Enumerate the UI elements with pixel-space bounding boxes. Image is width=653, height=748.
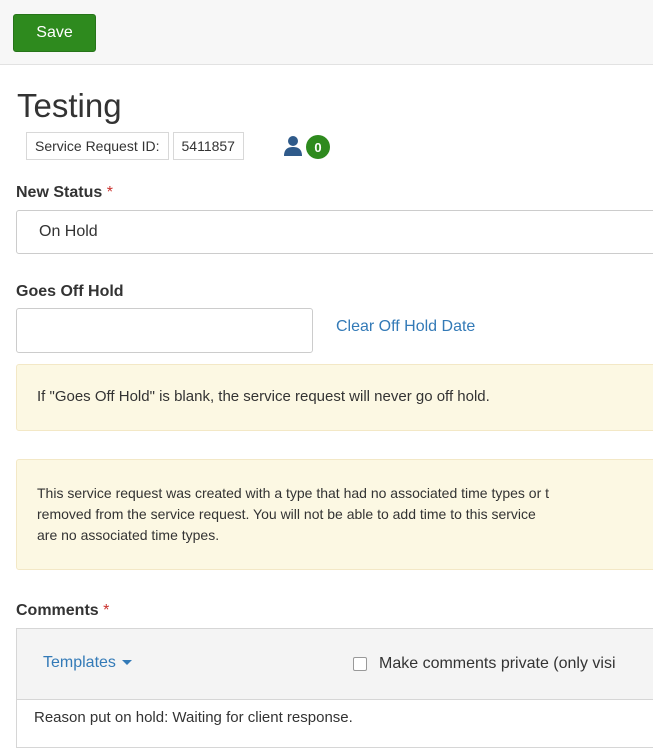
comments-label-text: Comments bbox=[16, 602, 99, 619]
private-comments-toggle[interactable]: Make comments private (only visi bbox=[353, 655, 616, 673]
new-status-label: New Status * bbox=[16, 184, 113, 202]
required-marker: * bbox=[103, 602, 110, 619]
service-request-id-value: 5411857 bbox=[172, 132, 244, 160]
new-status-select[interactable]: On Hold bbox=[16, 210, 653, 254]
page-title: Testing bbox=[17, 87, 122, 124]
time-types-warning: This service request was created with a … bbox=[16, 459, 653, 570]
templates-dropdown[interactable]: Templates bbox=[43, 654, 132, 672]
goes-off-hold-input[interactable] bbox=[16, 308, 313, 353]
time-types-warning-line: This service request was created with a … bbox=[37, 485, 550, 501]
service-request-id-label: Service Request ID: bbox=[26, 132, 169, 160]
save-button[interactable]: Save bbox=[13, 14, 96, 52]
comments-toolbar: Templates Make comments private (only vi… bbox=[17, 629, 653, 700]
goes-off-hold-label: Goes Off Hold bbox=[16, 283, 124, 300]
checkbox-icon[interactable] bbox=[353, 657, 367, 671]
caret-down-icon bbox=[121, 660, 132, 666]
top-toolbar: Save bbox=[0, 0, 653, 65]
required-marker: * bbox=[106, 184, 113, 201]
new-status-value: On Hold bbox=[39, 223, 98, 240]
assignee-count-badge: 0 bbox=[306, 135, 330, 159]
private-comments-label: Make comments private (only visi bbox=[379, 655, 616, 672]
user-icon[interactable] bbox=[283, 135, 303, 157]
comments-editor: Templates Make comments private (only vi… bbox=[16, 628, 653, 748]
comment-textarea[interactable]: Reason put on hold: Waiting for client r… bbox=[34, 709, 353, 726]
templates-label: Templates bbox=[43, 654, 116, 671]
new-status-label-text: New Status bbox=[16, 184, 103, 201]
comments-label: Comments * bbox=[16, 602, 109, 620]
service-request-id: Service Request ID: 5411857 bbox=[26, 132, 244, 160]
time-types-warning-line: removed from the service request. You wi… bbox=[37, 506, 536, 522]
clear-off-hold-date-link[interactable]: Clear Off Hold Date bbox=[336, 318, 475, 336]
time-types-warning-line: are no associated time types. bbox=[37, 527, 220, 543]
off-hold-warning-text: If "Goes Off Hold" is blank, the service… bbox=[37, 388, 490, 405]
off-hold-warning: If "Goes Off Hold" is blank, the service… bbox=[16, 364, 653, 431]
